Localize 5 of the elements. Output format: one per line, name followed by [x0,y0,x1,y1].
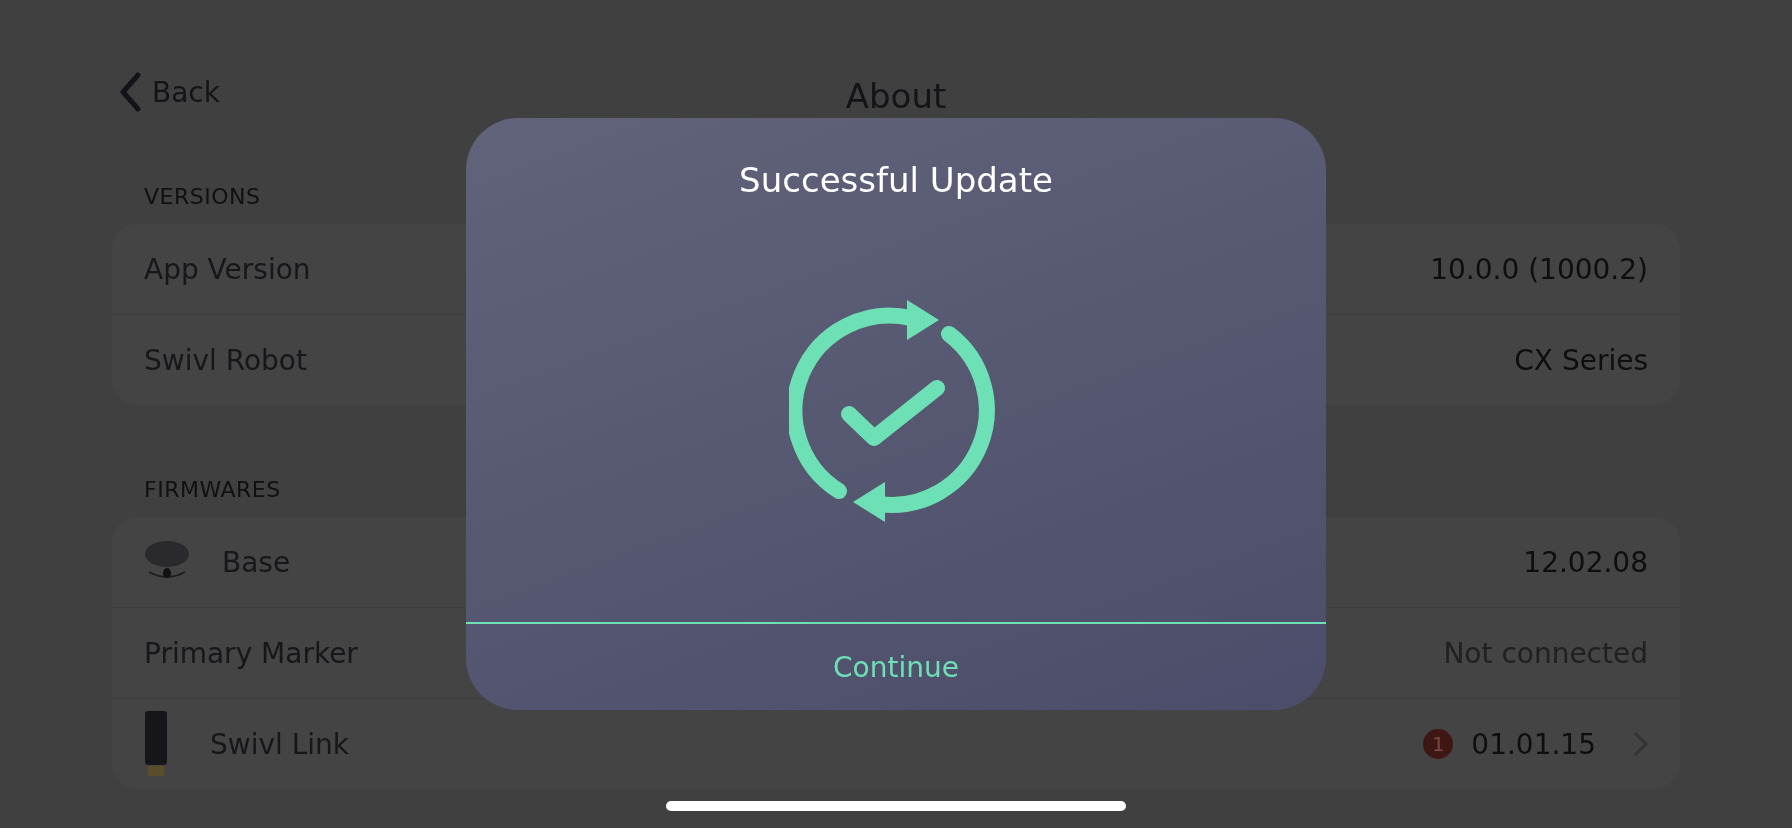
dialog-title: Successful Update [739,160,1053,200]
usb-stick-icon [144,711,168,777]
update-badge: 1 [1423,729,1454,759]
chevron-left-icon [118,72,142,112]
continue-button[interactable]: Continue [466,624,1326,710]
